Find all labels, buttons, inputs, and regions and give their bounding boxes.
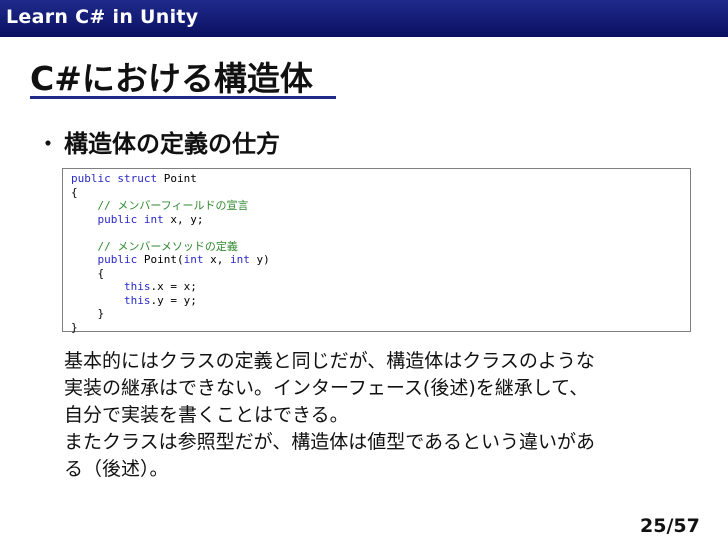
code-token: } <box>71 307 105 320</box>
code-token: { <box>71 266 105 280</box>
code-line: { <box>71 267 270 281</box>
code-line: public struct Point <box>71 172 270 186</box>
code-keyword: int <box>183 253 204 266</box>
code-line: } <box>71 321 270 335</box>
code-comment: // メンバーメソッドの定義 <box>97 239 238 253</box>
body-paragraph: 基本的にはクラスの定義と同じだが、構造体はクラスのような 実装の継承はできない。イ… <box>64 348 704 483</box>
code-comment: // メンバーフィールドの宣言 <box>97 199 249 212</box>
code-token: Point( <box>137 253 184 266</box>
code-token: } <box>71 320 78 334</box>
code-line: public int x, y; <box>71 213 270 227</box>
page-number: 25/57 <box>640 515 700 537</box>
header-title: Learn C# in Unity <box>6 6 199 28</box>
body-line: 基本的にはクラスの定義と同じだが、構造体はクラスのような <box>64 350 595 372</box>
body-line: 実装の継承はできない。インターフェース(後述)を継承して、 <box>64 377 589 399</box>
code-token: Point <box>157 172 197 185</box>
code-token: x, y; <box>163 212 204 226</box>
code-line: // メンバーメソッドの定義 <box>71 240 270 254</box>
code-token: x, <box>203 253 230 266</box>
code-token: y) <box>249 253 270 266</box>
code-line: this.x = x; <box>71 280 270 294</box>
code-keyword: this <box>123 293 151 307</box>
code-keyword: public struct <box>71 172 158 185</box>
code-keyword: public <box>97 253 138 266</box>
header-bar: Learn C# in Unity <box>0 0 728 37</box>
code-line: } <box>71 307 270 321</box>
code-line: this.y = y; <box>71 294 270 308</box>
code-block: public struct Point{ // メンバーフィールドの宣言 pub… <box>62 168 691 334</box>
title-underline <box>30 96 336 99</box>
code-line: // メンバーフィールドの宣言 <box>71 199 270 213</box>
code-line: public Point(int x, int y) <box>71 253 270 267</box>
bullet-text: 構造体の定義の仕方 <box>64 130 280 158</box>
code-token: .y = y; <box>150 293 197 307</box>
bullet-marker: ・ <box>36 130 60 158</box>
body-line: 自分で実装を書くことはできる。 <box>64 404 349 426</box>
code-token: { <box>71 185 78 199</box>
slide-title: C#における構造体 <box>30 59 313 98</box>
code-lines: public struct Point{ // メンバーフィールドの宣言 pub… <box>71 172 270 334</box>
code-keyword: this <box>123 280 151 293</box>
code-keyword: int <box>229 253 250 266</box>
code-keyword: public int <box>97 212 164 226</box>
code-line: { <box>71 186 270 200</box>
body-line: またクラスは参照型だが、構造体は値型であるという違いがあ <box>64 431 596 453</box>
code-token: .x = x; <box>150 280 197 293</box>
body-line: る（後述）。 <box>64 458 169 480</box>
